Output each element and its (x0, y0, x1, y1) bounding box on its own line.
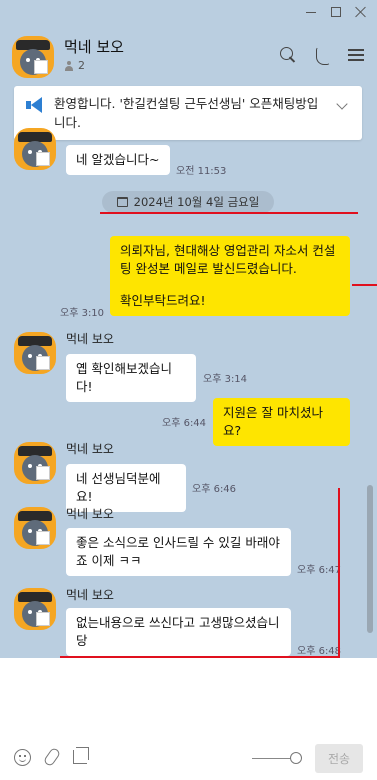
notice-banner[interactable]: 환영합니다. '한길컨설팅 근두선생님' 오픈채팅방입니다. (14, 86, 362, 140)
sender-name: 먹네 보오 (66, 588, 114, 602)
window-titlebar (0, 0, 377, 24)
minimize-icon[interactable] (305, 6, 317, 18)
annotation-underline (352, 284, 377, 286)
message-time: 오후 6:46 (192, 484, 237, 495)
avatar[interactable] (14, 128, 56, 170)
member-count-value: 2 (78, 59, 85, 72)
message-bubble[interactable]: 옙 확인해보겠습니다! (66, 354, 196, 402)
member-count[interactable]: 2 (64, 59, 85, 72)
scrollbar[interactable] (367, 485, 373, 633)
message-time: 오후 6:47 (297, 565, 342, 576)
message-time: 오전 11:53 (176, 166, 227, 177)
message-time: 오후 3:10 (60, 308, 105, 319)
chevron-down-icon[interactable] (336, 98, 348, 110)
avatar[interactable] (14, 588, 56, 630)
message-text-line: 확인부탁드려요! (120, 293, 206, 308)
room-avatar[interactable] (12, 36, 54, 78)
attach-icon[interactable] (42, 746, 62, 768)
message-time: 오후 6:48 (297, 646, 342, 657)
avatar[interactable] (14, 332, 56, 374)
sender-name: 먹네 보오 (66, 507, 114, 521)
message-time: 오후 3:14 (203, 374, 248, 385)
annotation-underline (100, 212, 358, 214)
message-text: 의뢰자님, 현대해상 영업관리 자소서 컨설팅 완성본 메일로 발신드렸습니다. (120, 243, 336, 276)
person-icon (64, 60, 74, 71)
room-title: 먹네 보오 (64, 38, 124, 56)
sender-name: 먹네 보오 (66, 332, 114, 346)
sender-name: 먹네 보오 (66, 442, 114, 456)
send-button[interactable]: 전송 (315, 744, 363, 773)
message-bubble[interactable]: 좋은 소식으로 인사드릴 수 있길 바래야죠 이제 ㅋㅋ (66, 528, 291, 576)
date-divider-label: 2024년 10월 4일 금요일 (133, 195, 260, 209)
message-time: 오후 6:44 (162, 418, 207, 429)
megaphone-icon (26, 97, 44, 113)
chat-header: 먹네 보오 2 (0, 24, 377, 82)
annotation-line (338, 488, 340, 658)
menu-icon[interactable] (347, 46, 365, 64)
close-icon[interactable] (355, 6, 367, 18)
transparency-slider-knob[interactable] (290, 752, 302, 764)
notice-text: 환영합니다. '한길컨설팅 근두선생님' 오픈채팅방입니다. (54, 96, 319, 130)
message-bubble[interactable]: 없는내용으로 쓰신다고 고생많으셨습니당 (66, 608, 291, 656)
avatar[interactable] (14, 507, 56, 549)
message-bubble[interactable]: 네 알겠습니다~ (66, 145, 170, 175)
date-divider: 2024년 10월 4일 금요일 (102, 191, 274, 213)
avatar[interactable] (14, 442, 56, 484)
maximize-icon[interactable] (331, 7, 341, 17)
my-message-bubble[interactable]: 지원은 잘 마치셨나요? (213, 398, 350, 446)
my-message-bubble[interactable]: 의뢰자님, 현대해상 영업관리 자소서 컨설팅 완성본 메일로 발신드렸습니다.… (110, 236, 350, 316)
calendar-icon (116, 197, 128, 207)
emoji-icon[interactable] (14, 748, 31, 766)
search-icon[interactable] (279, 46, 297, 64)
phone-icon[interactable] (313, 46, 331, 65)
crop-icon[interactable] (73, 747, 89, 764)
